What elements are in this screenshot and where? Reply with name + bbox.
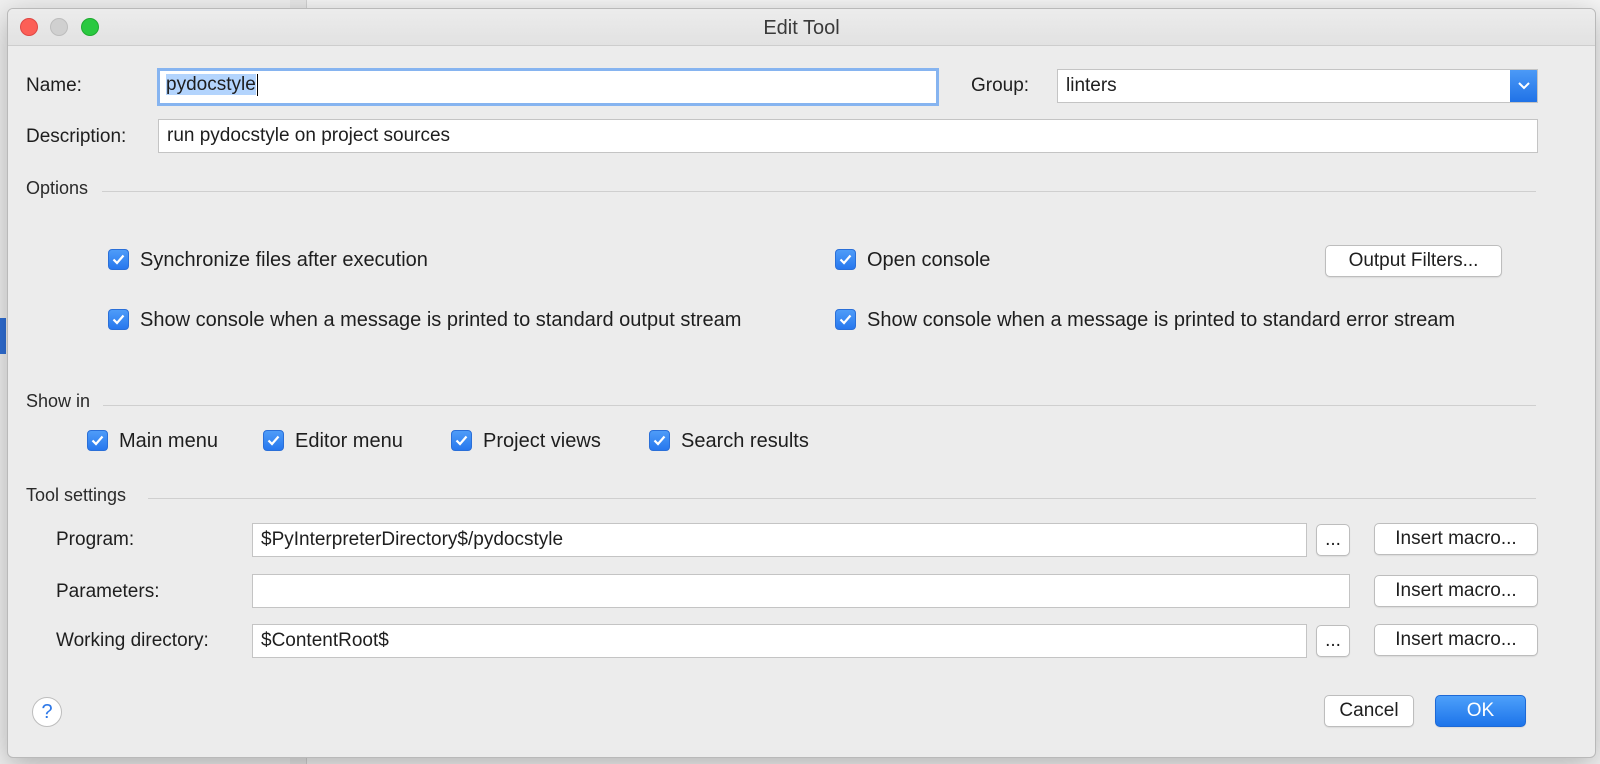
show-console-stderr-label: Show console when a message is printed t… <box>867 309 1456 331</box>
chevron-down-icon[interactable] <box>1510 70 1537 102</box>
check-icon <box>91 435 104 446</box>
show-in-heading: Show in <box>26 391 91 411</box>
check-icon <box>267 435 280 446</box>
editor-menu-label: Editor menu <box>295 430 403 452</box>
parameters-field[interactable] <box>252 574 1350 608</box>
description-label: Description: <box>26 126 127 147</box>
search-results-label: Search results <box>681 430 809 452</box>
main-menu-label: Main menu <box>119 430 218 452</box>
group-combo-value: linters <box>1066 75 1117 96</box>
project-views-label: Project views <box>483 430 601 452</box>
program-field[interactable]: $PyInterpreterDirectory$/pydocstyle <box>252 523 1307 557</box>
output-filters-button[interactable]: Output Filters... <box>1325 245 1502 277</box>
working-directory-label: Working directory: <box>56 630 209 651</box>
options-heading: Options <box>26 178 89 198</box>
open-console-checkbox[interactable] <box>835 249 856 270</box>
name-field-value: pydocstyle <box>166 74 256 95</box>
text-caret <box>256 73 258 96</box>
check-icon <box>653 435 666 446</box>
edit-tool-dialog: Edit Tool Name: pydocstyle Group: linter… <box>7 8 1596 758</box>
program-browse-button[interactable]: ... <box>1316 524 1350 556</box>
cancel-button[interactable]: Cancel <box>1324 695 1414 727</box>
check-icon <box>455 435 468 446</box>
show-in-separator <box>103 405 1536 406</box>
parameters-insert-macro-button[interactable]: Insert macro... <box>1374 575 1538 607</box>
working-directory-browse-button[interactable]: ... <box>1316 625 1350 657</box>
editor-menu-checkbox[interactable] <box>263 430 284 451</box>
working-directory-insert-macro-button[interactable]: Insert macro... <box>1374 624 1538 656</box>
program-label: Program: <box>56 529 135 550</box>
group-combo[interactable]: linters <box>1057 69 1538 103</box>
working-directory-field[interactable]: $ContentRoot$ <box>252 624 1307 658</box>
sync-files-checkbox[interactable] <box>108 249 129 270</box>
parameters-label: Parameters: <box>56 581 160 602</box>
check-icon <box>839 254 852 265</box>
group-label: Group: <box>971 75 1030 96</box>
check-icon <box>839 314 852 325</box>
program-insert-macro-button[interactable]: Insert macro... <box>1374 523 1538 555</box>
help-button[interactable]: ? <box>32 697 62 727</box>
check-icon <box>112 254 125 265</box>
tool-settings-heading: Tool settings <box>26 485 127 505</box>
window-title: Edit Tool <box>763 17 840 39</box>
options-separator <box>102 191 1536 192</box>
project-views-checkbox[interactable] <box>451 430 472 451</box>
open-console-label: Open console <box>867 249 991 271</box>
sync-files-label: Synchronize files after execution <box>140 249 428 271</box>
name-label: Name: <box>26 75 82 96</box>
name-field[interactable]: pydocstyle <box>157 68 939 106</box>
ok-button[interactable]: OK <box>1435 695 1526 727</box>
tool-settings-separator <box>148 498 1536 499</box>
search-results-checkbox[interactable] <box>649 430 670 451</box>
description-field[interactable]: run pydocstyle on project sources <box>158 119 1538 153</box>
show-console-stdout-label: Show console when a message is printed t… <box>140 309 742 331</box>
show-console-stderr-checkbox[interactable] <box>835 309 856 330</box>
check-icon <box>112 314 125 325</box>
title-bar: Edit Tool <box>8 9 1595 46</box>
show-console-stdout-checkbox[interactable] <box>108 309 129 330</box>
main-menu-checkbox[interactable] <box>87 430 108 451</box>
background-selection <box>0 318 6 354</box>
